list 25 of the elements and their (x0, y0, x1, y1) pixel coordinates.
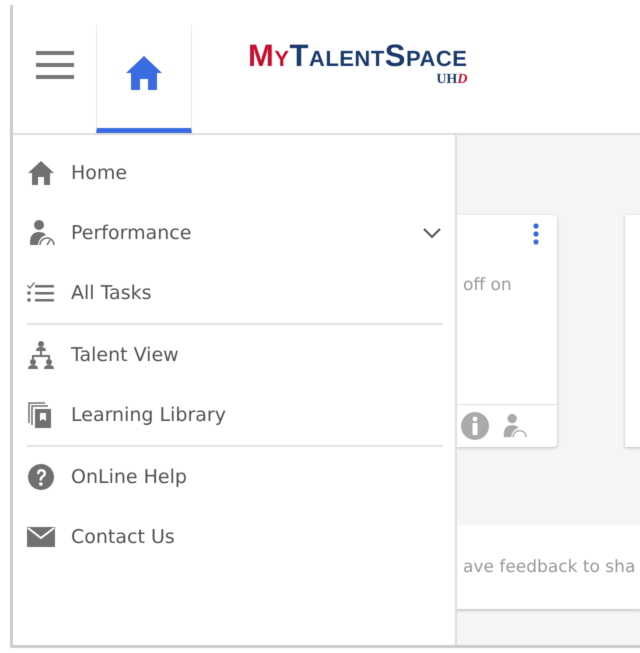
help-icon (27, 463, 55, 491)
info-icon[interactable] (461, 412, 489, 440)
more-options-icon[interactable] (533, 223, 539, 245)
university-logo: UHD (436, 72, 468, 88)
home-icon (27, 160, 55, 186)
menu-item[interactable]: Home (27, 143, 443, 203)
feedback-text: ave feedback to sha (463, 557, 636, 577)
checklist-icon (27, 282, 55, 304)
mail-icon (27, 527, 55, 547)
person-gauge-icon (27, 219, 55, 247)
menu-item[interactable]: Talent View (27, 325, 443, 385)
menu-item[interactable]: All Tasks (27, 263, 443, 323)
library-icon (27, 401, 53, 429)
chevron-down-icon (423, 228, 441, 238)
app-logo: MyTalentSpace (248, 38, 468, 74)
menu-item[interactable]: Contact Us (27, 507, 443, 567)
menu-item[interactable]: Learning Library (27, 385, 443, 445)
org-chart-icon (27, 340, 55, 370)
menu-item[interactable]: OnLine Help (27, 447, 443, 507)
home-icon (125, 54, 163, 90)
home-tab[interactable] (96, 25, 192, 133)
menu-item[interactable]: Performance (27, 203, 443, 263)
person-gauge-icon[interactable] (501, 412, 527, 440)
card-text: off on (463, 275, 513, 297)
menu-icon (36, 51, 74, 79)
